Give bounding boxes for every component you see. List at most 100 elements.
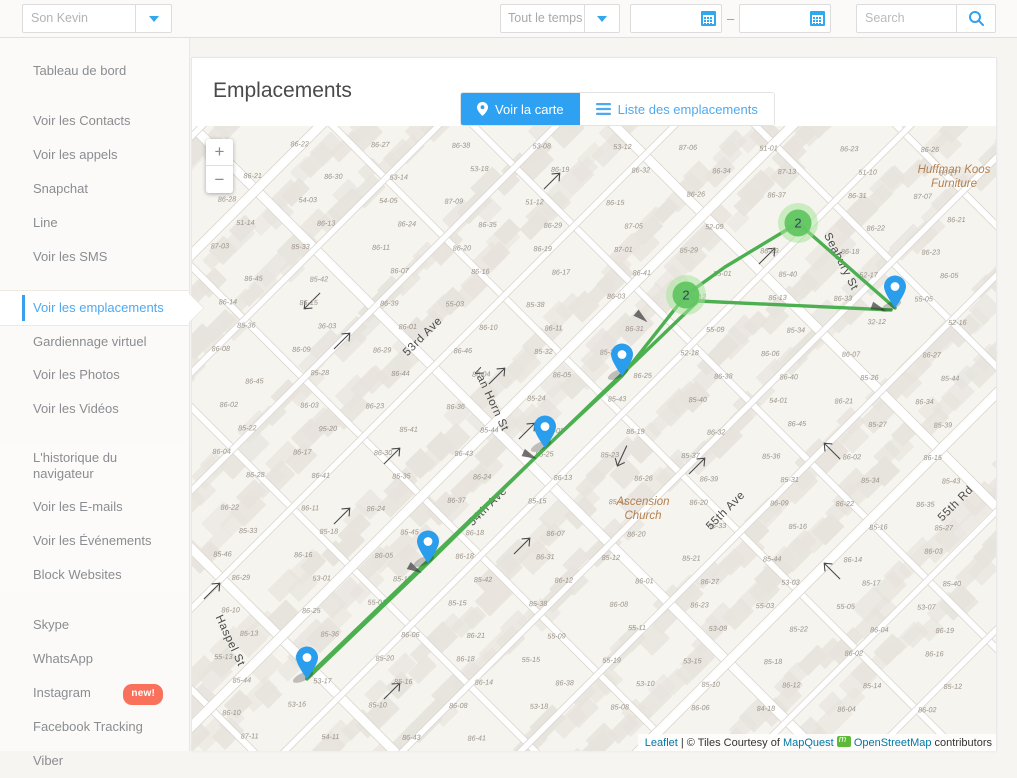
svg-text:85-33: 85-33 (239, 526, 258, 535)
sidebar-item-label: WhatsApp (33, 651, 93, 666)
tab-location-list[interactable]: Liste des emplacements (580, 93, 774, 125)
map-canvas[interactable]: 86-1086-2286-2786-3853-0853-1287-0651-01… (192, 126, 997, 751)
sidebar-item-l-historique-du-navigateur[interactable]: L'historique du navigateur (0, 442, 189, 490)
svg-text:86-13: 86-13 (317, 218, 336, 227)
sidebar-item-tableau-de-bord[interactable]: Tableau de bord (0, 54, 189, 88)
svg-text:55-15: 55-15 (522, 655, 542, 664)
svg-text:86-15: 86-15 (606, 198, 626, 207)
sidebar-item-label: Voir les SMS (33, 249, 107, 264)
svg-text:86-09: 86-09 (770, 498, 789, 507)
attribution-suffix: contributors (931, 737, 992, 749)
timerange-input[interactable]: Tout le temps (500, 4, 584, 33)
leaflet-link[interactable]: Leaflet (645, 737, 678, 749)
svg-text:51-01: 51-01 (759, 143, 778, 152)
svg-text:86-16: 86-16 (294, 550, 313, 559)
zoom-in-button[interactable]: + (206, 139, 233, 166)
date-to-field[interactable] (739, 4, 831, 33)
svg-text:86-17: 86-17 (552, 267, 572, 276)
search-input[interactable]: Search (856, 4, 956, 33)
svg-text:54-03: 54-03 (298, 195, 317, 204)
svg-text:86-15: 86-15 (299, 298, 319, 307)
svg-text:85-22: 85-22 (238, 423, 257, 432)
sidebar-group: Skype WhatsApp Instagramnew!Facebook Track… (0, 608, 189, 778)
svg-text:85-08: 85-08 (610, 702, 629, 711)
svg-text:86-21: 86-21 (467, 631, 486, 640)
svg-text:86-23: 86-23 (366, 401, 385, 410)
sidebar-item-voir-les-photos[interactable]: Voir les Photos (0, 358, 189, 392)
svg-text:84-18: 84-18 (757, 704, 776, 713)
account-input[interactable]: Son Kevin (22, 4, 135, 33)
sidebar-group: Voir les Contacts Voir les appels Snapchat… (0, 104, 189, 274)
svg-text:86-19: 86-19 (626, 427, 645, 436)
map-tiles: 86-1086-2286-2786-3853-0853-1287-0651-01… (192, 126, 997, 751)
svg-text:86-35: 86-35 (916, 500, 936, 509)
svg-text:85-20: 85-20 (376, 653, 395, 662)
svg-text:86-32: 86-32 (632, 165, 651, 174)
sidebar-item-whatsapp[interactable]: WhatsApp (0, 642, 189, 676)
sidebar-item-viber[interactable]: Viber (0, 744, 189, 778)
sidebar-item-block-websites[interactable]: Block Websites (0, 558, 189, 592)
sidebar-item-instagram[interactable]: Instagramnew! (0, 676, 189, 710)
sidebar-item-facebook-tracking[interactable]: Facebook Tracking (0, 710, 189, 744)
svg-text:86-11: 86-11 (545, 323, 563, 332)
openstreetmap-link[interactable]: OpenStreetMap (854, 737, 932, 749)
sidebar-spacer (0, 592, 189, 608)
sidebar-item-skype[interactable]: Skype (0, 608, 189, 642)
date-from-field[interactable] (630, 4, 722, 33)
account-dropdown-toggle[interactable] (135, 4, 172, 33)
svg-text:53-17: 53-17 (313, 676, 333, 685)
svg-text:85-31: 85-31 (780, 475, 799, 484)
list-icon (596, 103, 611, 115)
svg-text:87-07: 87-07 (913, 192, 933, 201)
svg-text:55-03: 55-03 (445, 299, 464, 308)
svg-text:51-14: 51-14 (236, 218, 255, 227)
search-button[interactable] (956, 4, 996, 33)
mapquest-link[interactable]: MapQuest (783, 737, 834, 749)
sidebar-item-snapchat[interactable]: Snapchat (0, 172, 189, 206)
svg-text:85-16: 85-16 (869, 522, 888, 531)
svg-text:86-04: 86-04 (837, 704, 856, 713)
svg-text:86-44: 86-44 (391, 369, 410, 378)
sidebar-item-voir-les-v-nements[interactable]: Voir les Événements (0, 524, 189, 558)
top-bar: Son Kevin Tout le temps – Search (0, 0, 1017, 38)
timerange-dropdown-toggle[interactable] (584, 4, 620, 33)
svg-text:55-09: 55-09 (706, 325, 725, 334)
sidebar-item-voir-les-e-mails[interactable]: Voir les E-mails (0, 490, 189, 524)
svg-text:86-25: 86-25 (302, 606, 322, 615)
zoom-out-button[interactable]: − (206, 166, 233, 193)
sidebar-item-voir-les-vid-os[interactable]: Voir les Vidéos (0, 392, 189, 426)
sidebar-item-voir-les-emplacements[interactable]: Voir les emplacements (0, 290, 189, 326)
svg-text:86-29: 86-29 (232, 573, 251, 582)
date-range-separator: – (722, 11, 739, 26)
sidebar-item-voir-les-sms[interactable]: Voir les SMS (0, 240, 189, 274)
svg-text:86-05: 86-05 (375, 551, 395, 560)
date-range-picker: – (630, 4, 831, 33)
svg-text:86-06: 86-06 (761, 349, 780, 358)
sidebar-item-line[interactable]: Line (0, 206, 189, 240)
sidebar-item-label: Voir les appels (33, 147, 118, 162)
svg-text:86-02: 86-02 (220, 400, 239, 409)
timerange-selector[interactable]: Tout le temps (500, 4, 620, 33)
svg-text:85-28: 85-28 (311, 368, 330, 377)
sidebar-item-voir-les-appels[interactable]: Voir les appels (0, 138, 189, 172)
svg-text:86-37: 86-37 (447, 495, 467, 504)
svg-text:53-10: 53-10 (636, 679, 655, 688)
svg-text:86-43: 86-43 (454, 449, 473, 458)
svg-text:86-21: 86-21 (947, 215, 966, 224)
search-box: Search (856, 4, 996, 33)
sidebar-item-voir-les-contacts[interactable]: Voir les Contacts (0, 104, 189, 138)
svg-text:86-30: 86-30 (324, 172, 343, 181)
svg-text:86-20: 86-20 (627, 529, 646, 538)
svg-text:86-04: 86-04 (212, 447, 231, 456)
account-selector[interactable]: Son Kevin (22, 4, 172, 33)
tab-map-view[interactable]: Voir la carte (461, 93, 580, 125)
svg-text:85-16: 85-16 (788, 522, 807, 531)
svg-text:53-18: 53-18 (530, 702, 549, 711)
svg-text:52-16: 52-16 (948, 318, 967, 327)
svg-text:86-24: 86-24 (398, 219, 417, 228)
sidebar-item-gardiennage-virtuel[interactable]: Gardiennage virtuel (0, 326, 189, 358)
svg-text:54-11: 54-11 (321, 732, 339, 741)
svg-text:86-22: 86-22 (290, 139, 309, 148)
svg-text:85-38: 85-38 (529, 599, 548, 608)
svg-text:86-07: 86-07 (390, 266, 410, 275)
